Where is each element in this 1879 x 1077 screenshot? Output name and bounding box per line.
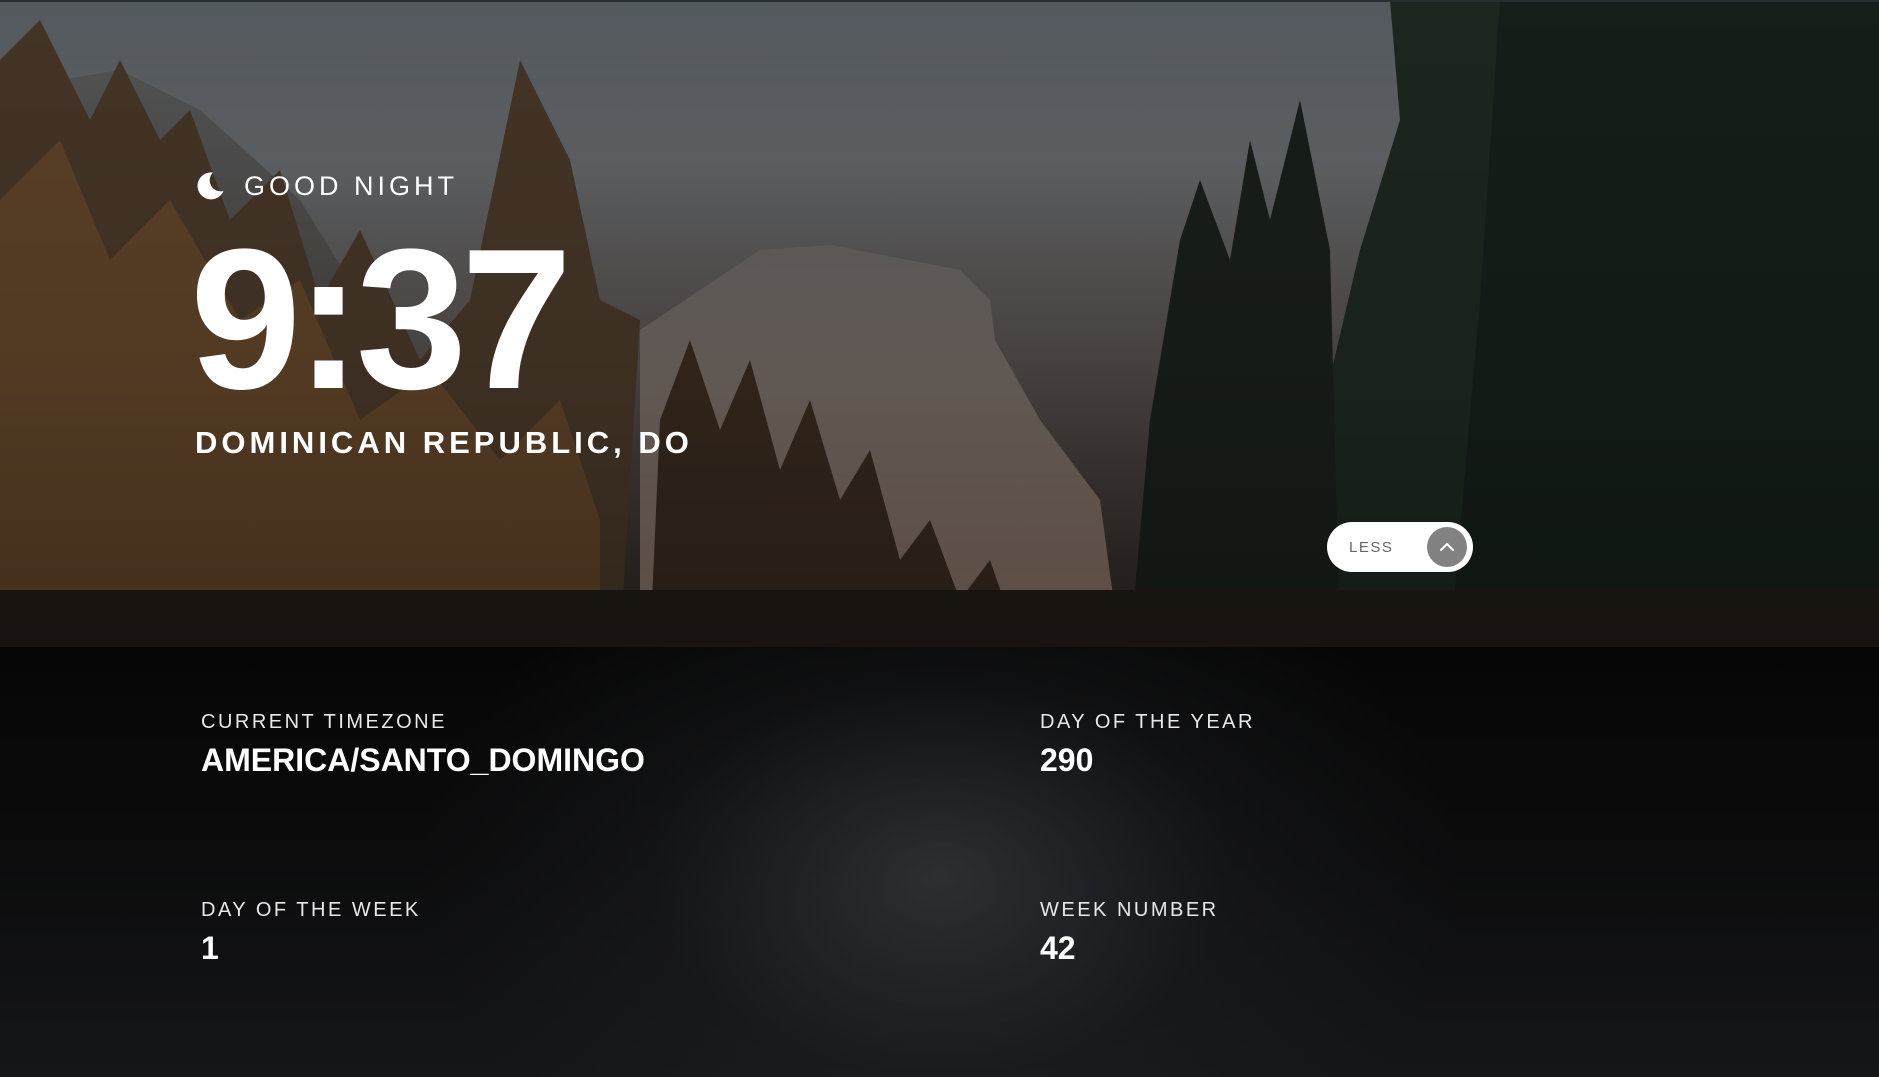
day-of-year-value: 290 — [1040, 742, 1094, 778]
location-text: DOMINICAN REPUBLIC, DO — [195, 425, 693, 460]
chevron-up-button-circle[interactable] — [1427, 527, 1467, 567]
chevron-up-icon — [1440, 543, 1454, 551]
timezone-detail: CURRENT TIMEZONE AMERICA/SANTO_DOMINGO — [201, 711, 645, 779]
day-of-week-label: DAY OF THE WEEK — [201, 899, 421, 921]
day-of-year-label: DAY OF THE YEAR — [1040, 711, 1255, 733]
hero-section: GOOD NIGHT 9:37 DOMINICAN REPUBLIC, DO L… — [0, 0, 1879, 647]
greeting: GOOD NIGHT — [194, 170, 458, 202]
toggle-label: LESS — [1349, 538, 1394, 556]
current-time: 9:37 — [190, 208, 572, 431]
greeting-text: GOOD NIGHT — [244, 170, 458, 201]
less-toggle-button[interactable]: LESS — [1327, 522, 1473, 572]
top-border — [0, 0, 1879, 2]
timezone-value: AMERICA/SANTO_DOMINGO — [201, 742, 645, 778]
week-number-value: 42 — [1040, 930, 1076, 966]
moon-icon — [197, 172, 224, 200]
timezone-label: CURRENT TIMEZONE — [201, 711, 447, 733]
day-of-year-detail: DAY OF THE YEAR 290 — [1040, 711, 1255, 779]
week-number-label: WEEK NUMBER — [1040, 899, 1219, 921]
clock-app: GOOD NIGHT 9:37 DOMINICAN REPUBLIC, DO L… — [0, 0, 1879, 1077]
details-panel: CURRENT TIMEZONE AMERICA/SANTO_DOMINGO D… — [0, 647, 1879, 1077]
day-of-week-detail: DAY OF THE WEEK 1 — [201, 899, 421, 967]
week-number-detail: WEEK NUMBER 42 — [1040, 899, 1219, 967]
day-of-week-value: 1 — [201, 930, 219, 966]
